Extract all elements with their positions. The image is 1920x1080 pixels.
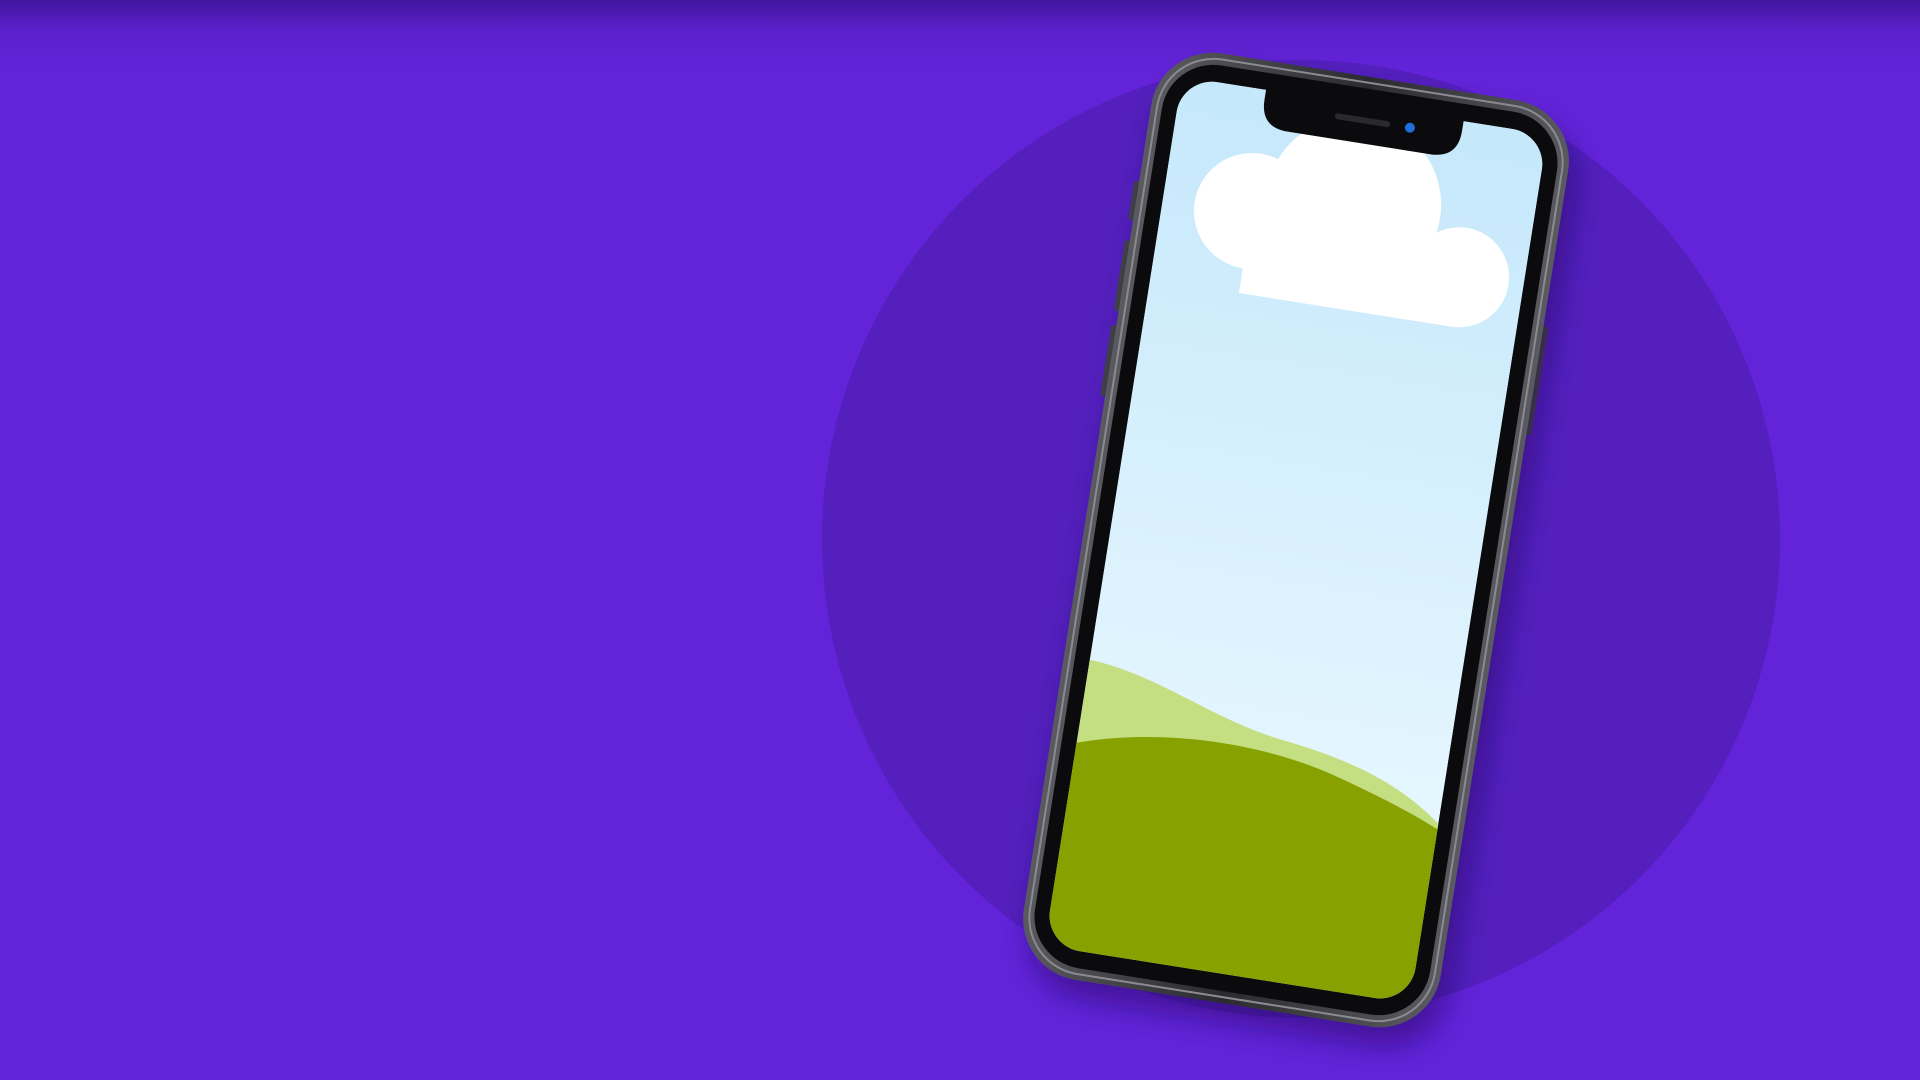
stage	[0, 0, 1920, 1080]
phone-illustration	[1023, 52, 1569, 1028]
